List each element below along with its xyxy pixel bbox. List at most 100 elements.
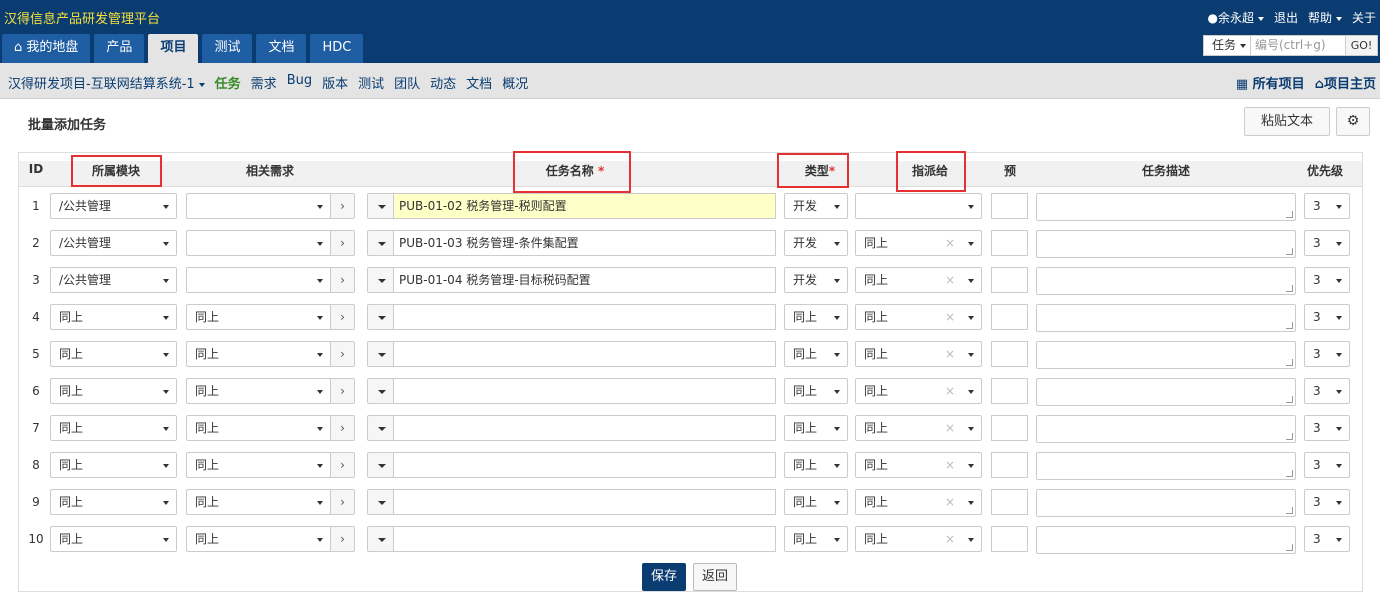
tab-project[interactable]: 项目 [148, 34, 199, 63]
story-link-button[interactable]: › [330, 526, 355, 552]
clear-icon[interactable]: × [945, 231, 955, 255]
task-name-input[interactable] [393, 341, 776, 367]
module-select[interactable]: 同上 [50, 452, 177, 478]
story-link-button[interactable]: › [330, 415, 355, 441]
type-select[interactable]: 同上 [784, 415, 848, 441]
assign-select[interactable]: 同上 × [855, 378, 982, 404]
search-input[interactable]: 编号(ctrl+g) [1251, 35, 1346, 56]
task-name-input[interactable] [393, 304, 776, 330]
paste-text-button[interactable]: 粘贴文本 [1244, 107, 1330, 136]
tab-my[interactable]: ⌂ 我的地盘 [2, 34, 91, 63]
name-dropdown-button[interactable] [367, 452, 394, 478]
task-name-input[interactable]: PUB-01-04 税务管理-目标税码配置 [393, 267, 776, 293]
clear-icon[interactable]: × [945, 379, 955, 403]
assign-select[interactable]: 同上 × [855, 230, 982, 256]
module-select[interactable]: /公共管理 [50, 230, 177, 256]
task-name-input[interactable]: PUB-01-03 税务管理-条件集配置 [393, 230, 776, 256]
assign-select[interactable] [855, 193, 982, 219]
description-textarea[interactable] [1036, 304, 1296, 332]
about-link[interactable]: 关于 [1352, 9, 1376, 26]
story-link-button[interactable]: › [330, 489, 355, 515]
story-select[interactable]: 同上 [186, 452, 331, 478]
story-select[interactable] [186, 193, 331, 219]
assign-select[interactable]: 同上 × [855, 489, 982, 515]
assign-select[interactable]: 同上 × [855, 526, 982, 552]
module-select[interactable]: /公共管理 [50, 267, 177, 293]
module-select[interactable]: 同上 [50, 304, 177, 330]
story-select[interactable] [186, 230, 331, 256]
description-textarea[interactable] [1036, 230, 1296, 258]
module-select[interactable]: /公共管理 [50, 193, 177, 219]
save-button[interactable]: 保存 [642, 563, 686, 591]
story-select[interactable]: 同上 [186, 489, 331, 515]
estimate-input[interactable] [991, 267, 1028, 293]
module-select[interactable]: 同上 [50, 489, 177, 515]
all-projects-link[interactable]: ▦ 所有项目 [1236, 73, 1305, 92]
description-textarea[interactable] [1036, 193, 1296, 221]
story-select[interactable]: 同上 [186, 526, 331, 552]
nav-dynamic[interactable]: 动态 [430, 73, 456, 92]
estimate-input[interactable] [991, 489, 1028, 515]
estimate-input[interactable] [991, 452, 1028, 478]
task-name-input[interactable]: PUB-01-02 税务管理-税则配置 [393, 193, 776, 219]
nav-task[interactable]: 任务 [215, 73, 241, 92]
name-dropdown-button[interactable] [367, 341, 394, 367]
story-link-button[interactable]: › [330, 341, 355, 367]
priority-select[interactable]: 3 [1304, 526, 1350, 552]
clear-icon[interactable]: × [945, 416, 955, 440]
name-dropdown-button[interactable] [367, 193, 394, 219]
back-button[interactable]: 返回 [693, 563, 737, 591]
nav-doc[interactable]: 文档 [466, 73, 492, 92]
description-textarea[interactable] [1036, 526, 1296, 554]
nav-team[interactable]: 团队 [394, 73, 420, 92]
project-home-link[interactable]: ⌂项目主页 [1315, 73, 1376, 92]
nav-test[interactable]: 测试 [358, 73, 384, 92]
settings-button[interactable]: ⚙ [1336, 107, 1370, 136]
priority-select[interactable]: 3 [1304, 415, 1350, 441]
priority-select[interactable]: 3 [1304, 267, 1350, 293]
clear-icon[interactable]: × [945, 527, 955, 551]
nav-story[interactable]: 需求 [251, 73, 277, 92]
assign-select[interactable]: 同上 × [855, 452, 982, 478]
description-textarea[interactable] [1036, 378, 1296, 406]
module-select[interactable]: 同上 [50, 378, 177, 404]
description-textarea[interactable] [1036, 452, 1296, 480]
estimate-input[interactable] [991, 193, 1028, 219]
clear-icon[interactable]: × [945, 453, 955, 477]
type-select[interactable]: 开发 [784, 267, 848, 293]
search-type-select[interactable]: 任务 [1203, 35, 1251, 56]
clear-icon[interactable]: × [945, 305, 955, 329]
project-switcher[interactable]: 汉得研发项目-互联网结算系统-1 [8, 73, 205, 92]
tab-hdc[interactable]: HDC [310, 34, 364, 63]
assign-select[interactable]: 同上 × [855, 415, 982, 441]
nav-build[interactable]: 版本 [322, 73, 348, 92]
type-select[interactable]: 同上 [784, 378, 848, 404]
name-dropdown-button[interactable] [367, 230, 394, 256]
story-select[interactable]: 同上 [186, 341, 331, 367]
module-select[interactable]: 同上 [50, 415, 177, 441]
priority-select[interactable]: 3 [1304, 304, 1350, 330]
name-dropdown-button[interactable] [367, 304, 394, 330]
logout-link[interactable]: 退出 [1274, 9, 1298, 26]
search-go-button[interactable]: GO! [1346, 35, 1378, 56]
help-menu[interactable]: 帮助 [1308, 9, 1342, 26]
user-menu[interactable]: ●余永超 [1207, 9, 1264, 26]
clear-icon[interactable]: × [945, 342, 955, 366]
estimate-input[interactable] [991, 378, 1028, 404]
description-textarea[interactable] [1036, 415, 1296, 443]
nav-view[interactable]: 概况 [502, 73, 528, 92]
name-dropdown-button[interactable] [367, 378, 394, 404]
estimate-input[interactable] [991, 230, 1028, 256]
priority-select[interactable]: 3 [1304, 341, 1350, 367]
story-link-button[interactable]: › [330, 230, 355, 256]
priority-select[interactable]: 3 [1304, 452, 1350, 478]
type-select[interactable]: 开发 [784, 193, 848, 219]
story-link-button[interactable]: › [330, 304, 355, 330]
type-select[interactable]: 同上 [784, 526, 848, 552]
name-dropdown-button[interactable] [367, 267, 394, 293]
task-name-input[interactable] [393, 378, 776, 404]
story-select[interactable]: 同上 [186, 378, 331, 404]
estimate-input[interactable] [991, 304, 1028, 330]
type-select[interactable]: 同上 [784, 341, 848, 367]
tab-test[interactable]: 测试 [202, 34, 253, 63]
